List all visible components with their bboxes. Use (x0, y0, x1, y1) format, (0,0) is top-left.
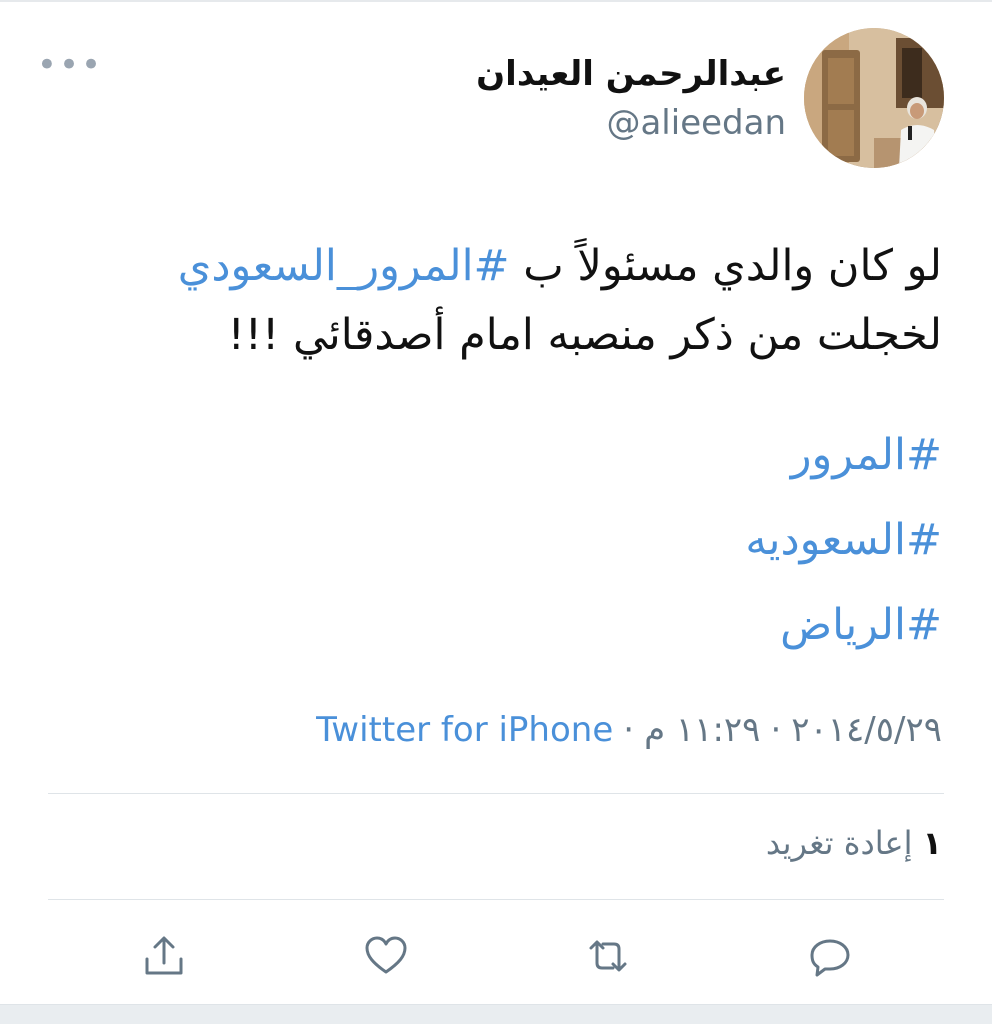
user-handle[interactable]: @alieedan (606, 103, 786, 143)
meta-separator-2: · (770, 710, 782, 750)
more-options-button[interactable]: ••• (37, 48, 101, 88)
avatar-photo (804, 28, 944, 168)
hashtag-link-riyadh[interactable]: #الرياض (42, 583, 942, 668)
retweet-stats[interactable]: ١إعادة تغريد (766, 824, 942, 862)
meta-separator: · (623, 710, 635, 750)
ellipsis-icon: ••• (36, 45, 104, 85)
tweet-detail-page: ••• عبدالرحمن العيدان @alieedan لو كان و… (0, 0, 992, 1024)
retweet-label: إعادة تغريد (765, 824, 913, 862)
tweet-meta: Twitter for iPhone · ١١:٢٩ م · ٢٠١٤/٥/٢٩ (316, 710, 942, 750)
share-button[interactable] (134, 926, 194, 986)
tweet-text-line2: لخجلت من ذكر منصبه امام أصدقائي !!! (227, 310, 942, 360)
reply-button[interactable] (800, 926, 860, 986)
retweet-count: ١ (922, 824, 942, 862)
reply-icon (810, 939, 850, 977)
top-border (0, 0, 992, 2)
like-button[interactable] (356, 926, 416, 986)
retweet-icon (589, 940, 627, 972)
tweet-text-line1: لو كان والدي مسئولاً ب (509, 241, 942, 291)
hashtag-list: #المرور #السعوديه #الرياض (42, 413, 942, 668)
retweet-button[interactable] (578, 926, 638, 986)
display-name[interactable]: عبدالرحمن العيدان (476, 54, 786, 94)
action-bar (0, 926, 992, 986)
hashtag-link-traffic[interactable]: #المرور (42, 413, 942, 498)
share-icon (145, 936, 183, 975)
source-link[interactable]: Twitter for iPhone (316, 710, 613, 750)
hashtag-link-saudi[interactable]: #السعوديه (42, 498, 942, 583)
hashtag-link-traffic-saudi[interactable]: #المرور_السعودي (178, 241, 510, 291)
divider (48, 793, 944, 794)
heart-icon (365, 936, 407, 974)
divider (48, 899, 944, 900)
avatar[interactable] (804, 28, 944, 168)
tweet-text: لو كان والدي مسئولاً ب #المرور_السعودي ل… (42, 232, 942, 370)
bottom-bar (0, 1004, 992, 1024)
tweet-date: ٢٠١٤/٥/٢٩ (791, 710, 942, 750)
tweet-time: ١١:٢٩ م (644, 710, 761, 750)
